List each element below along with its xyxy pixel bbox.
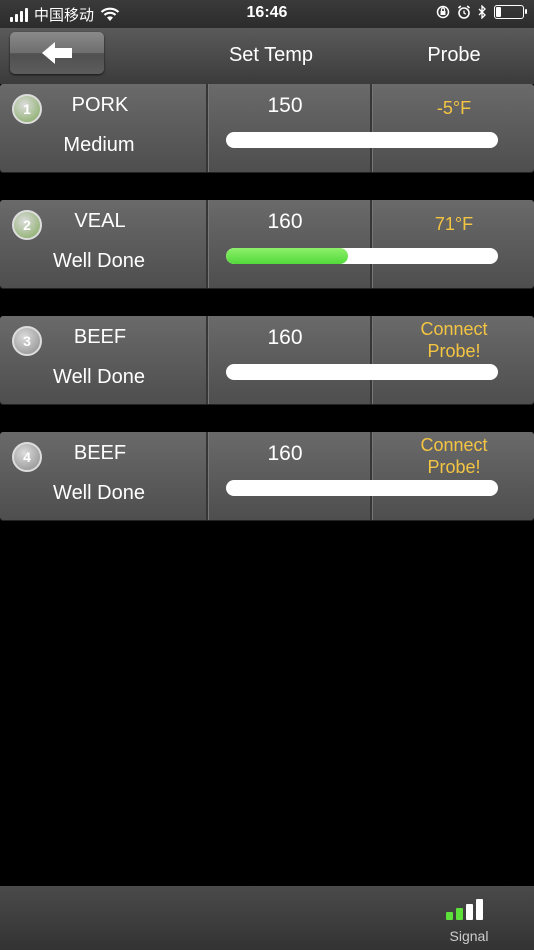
probe-reading: 71°F: [374, 213, 534, 235]
probe-reading-line1: -5°F: [436, 98, 472, 118]
cell-divider: [206, 432, 209, 520]
probe-number-badge: 1: [12, 94, 42, 124]
set-temp-value[interactable]: 160: [210, 442, 360, 466]
probe-row-4[interactable]: 4 BEEF Well Done 160 Connect Probe!: [0, 432, 534, 520]
probe-row-3[interactable]: 3 BEEF Well Done 160 Connect Probe!: [0, 316, 534, 404]
status-bar: 中国移动 16:46: [0, 0, 534, 28]
doneness-label[interactable]: Well Done: [0, 482, 198, 505]
meat-type[interactable]: PORK: [44, 94, 156, 117]
set-temp-value[interactable]: 160: [210, 326, 360, 350]
set-temp-header: Set Temp: [228, 44, 314, 66]
probe-reading-line1: 71°F: [434, 214, 474, 234]
set-temp-value[interactable]: 160: [210, 210, 360, 234]
progress-fill: [226, 248, 349, 264]
meat-type[interactable]: VEAL: [44, 210, 156, 233]
arrow-left-icon: [42, 42, 72, 64]
probe-reading-line2: Probe!: [427, 341, 481, 361]
probe-reading-line1: Connect: [420, 435, 488, 455]
probe-header: Probe: [427, 44, 481, 66]
alarm-icon: [457, 5, 471, 19]
probe-reading: Connect Probe!: [374, 318, 534, 362]
signal-strength-icon[interactable]: [446, 898, 483, 920]
set-temp-value[interactable]: 150: [210, 94, 360, 118]
back-button[interactable]: [10, 32, 104, 74]
doneness-label[interactable]: Well Done: [0, 250, 198, 273]
battery-icon: [494, 5, 527, 19]
cooking-progress-bar: [226, 480, 498, 496]
signal-label[interactable]: Signal: [434, 928, 504, 944]
probe-number-badge: 2: [12, 210, 42, 240]
probe-reading-line2: Probe!: [427, 457, 481, 477]
signal-bar: [456, 908, 463, 920]
bluetooth-icon: [478, 5, 486, 19]
probe-row-1[interactable]: 1 PORK Medium 150 -5°F: [0, 84, 534, 172]
cell-divider: [206, 84, 209, 172]
cell-divider: [370, 200, 373, 288]
cooking-progress-bar: [226, 132, 498, 148]
cell-divider: [206, 200, 209, 288]
bottom-toolbar: Signal: [0, 886, 534, 950]
doneness-label[interactable]: Well Done: [0, 366, 198, 389]
probe-reading-line1: Connect: [420, 319, 488, 339]
cell-divider: [370, 432, 373, 520]
signal-bar: [466, 904, 473, 920]
orientation-lock-icon: [436, 5, 450, 19]
probe-number-badge: 3: [12, 326, 42, 356]
probe-row-2[interactable]: 2 VEAL Well Done 160 71°F: [0, 200, 534, 288]
cell-divider: [370, 316, 373, 404]
cell-divider: [370, 84, 373, 172]
status-right: [436, 5, 527, 19]
cooking-progress-bar: [226, 248, 498, 264]
doneness-label[interactable]: Medium: [0, 134, 198, 157]
cell-divider: [206, 316, 209, 404]
signal-bar: [476, 899, 483, 920]
meat-type[interactable]: BEEF: [44, 326, 156, 349]
cooking-progress-bar: [226, 364, 498, 380]
meat-type[interactable]: BEEF: [44, 442, 156, 465]
probe-reading: -5°F: [374, 97, 534, 119]
probe-number-badge: 4: [12, 442, 42, 472]
header-bar: Set Temp Probe: [0, 28, 534, 84]
probe-reading: Connect Probe!: [374, 434, 534, 478]
signal-bar: [446, 912, 453, 920]
